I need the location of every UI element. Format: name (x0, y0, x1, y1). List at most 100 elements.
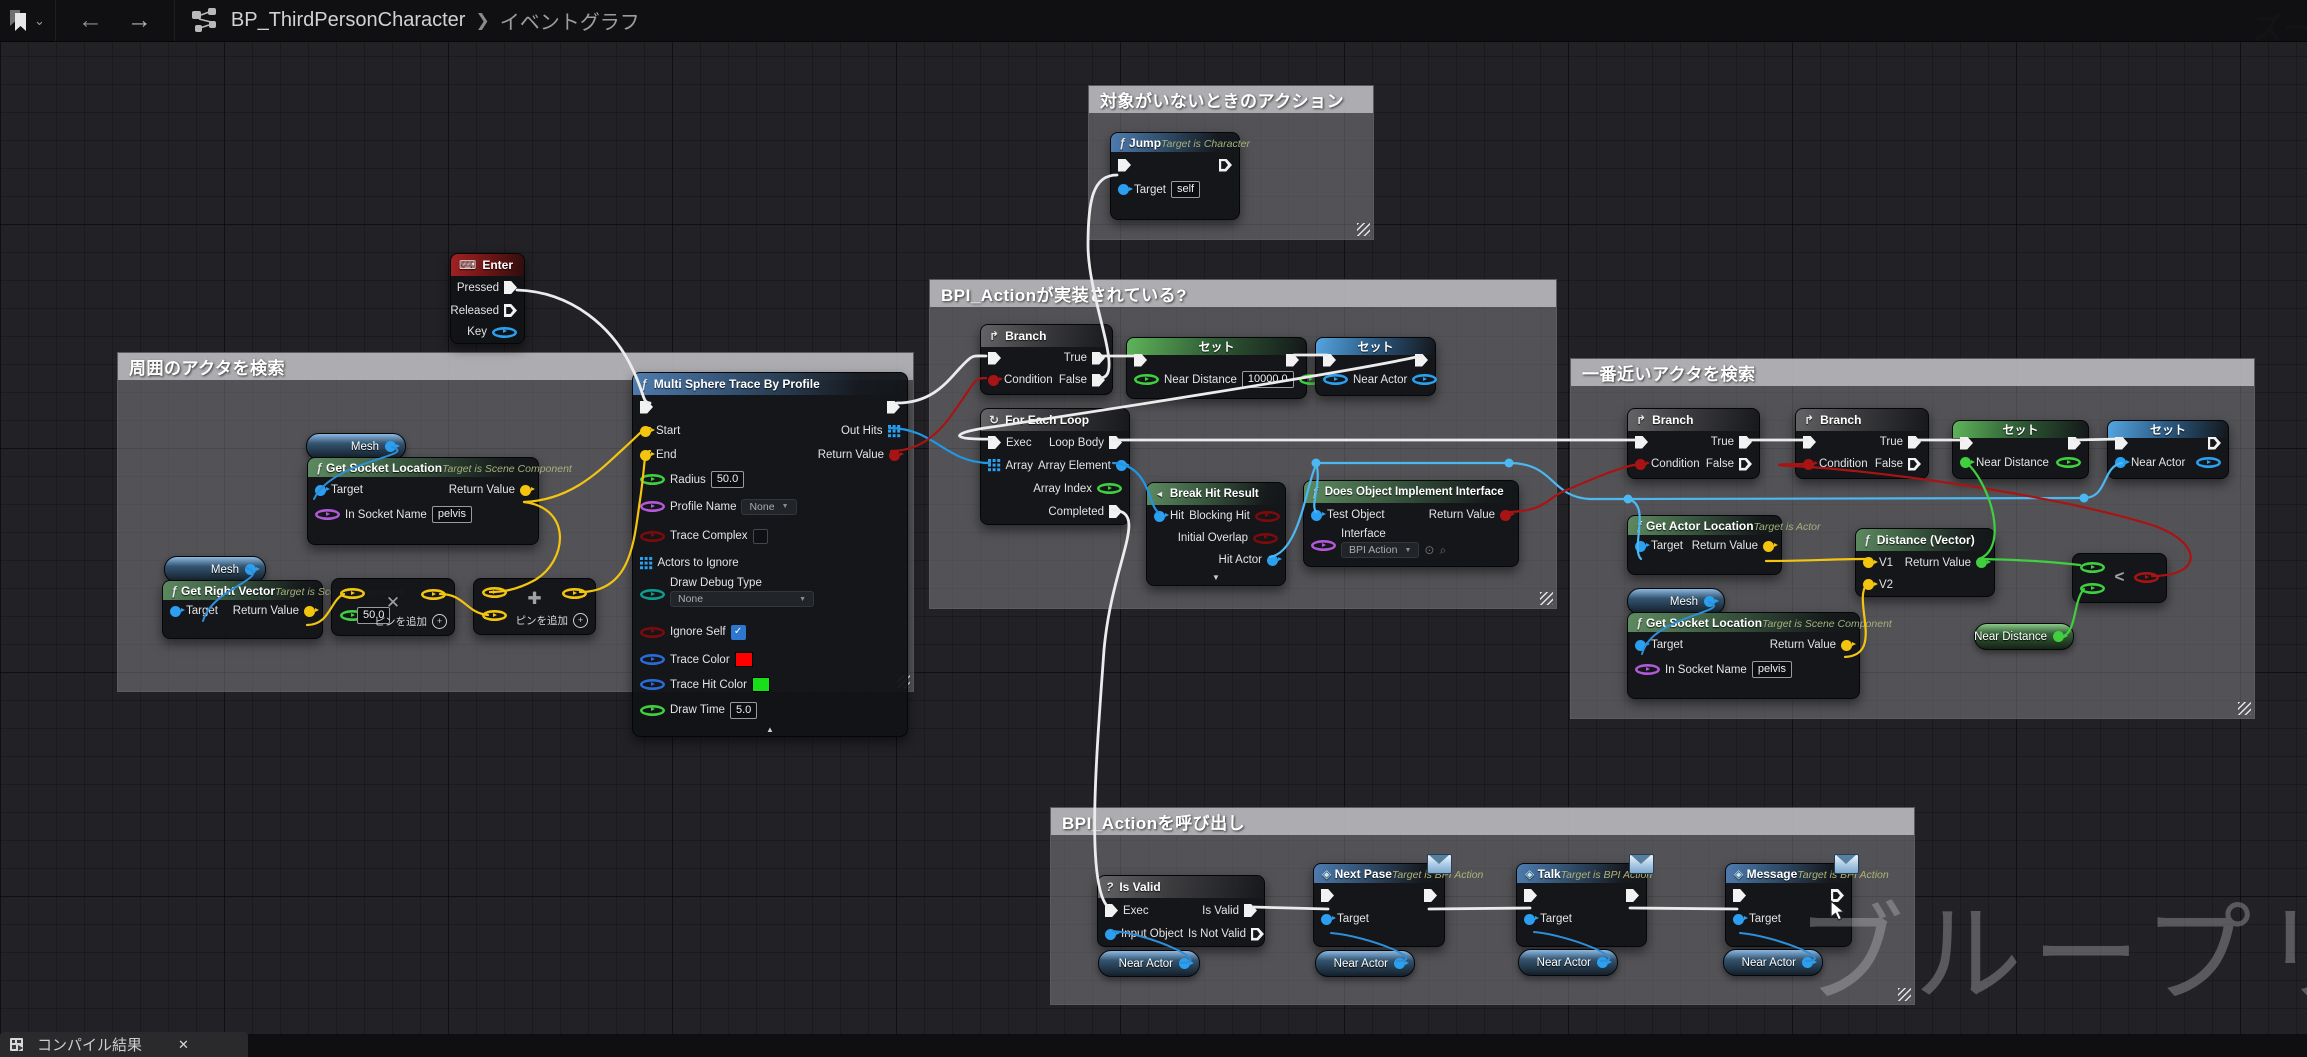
exec-in-pin[interactable] (1960, 436, 1973, 450)
node-next-pase[interactable]: ◈ Next PaseTarget is BPI Action Target (1313, 854, 1483, 947)
near-distance-pin[interactable] (1960, 457, 1975, 468)
variable-near-actor[interactable]: Near Actor (1518, 949, 1618, 976)
node-set-near-actor[interactable]: セット Near Actor (1315, 337, 1436, 396)
return-value-pin[interactable] (1976, 557, 1991, 568)
interface-dropdown[interactable]: BPI Action ▼ (1341, 542, 1420, 558)
near-distance-field[interactable]: 10000.0 (1241, 371, 1294, 388)
out-pin[interactable] (2056, 457, 2081, 468)
target-pin[interactable] (170, 605, 185, 617)
exec-out-pin[interactable] (1424, 889, 1437, 902)
exec-in-pin[interactable] (1134, 353, 1147, 367)
exec-out-pin[interactable] (504, 281, 517, 294)
out-pin[interactable] (1412, 374, 1437, 385)
array-element-pin[interactable] (1115, 460, 1131, 471)
forward-button[interactable]: → (127, 0, 152, 41)
hit-pin[interactable] (1154, 510, 1169, 522)
exec-out-pin[interactable] (504, 304, 517, 317)
v2-pin[interactable] (1863, 579, 1878, 590)
key-pin[interactable] (492, 327, 517, 338)
expand-button[interactable]: ▼ (1147, 571, 1285, 587)
near-actor-pin[interactable] (1323, 374, 1348, 385)
exec-out-pin[interactable] (2068, 436, 2081, 450)
target-pin[interactable] (315, 484, 330, 496)
node-is-valid[interactable]: ? Is Valid Exec Is Valid Input Object Is No… (1097, 875, 1265, 947)
out-pin[interactable] (2196, 457, 2221, 468)
target-pin[interactable] (1524, 913, 1539, 925)
variable-mesh[interactable]: Mesh (1627, 588, 1725, 615)
is-valid-pin[interactable] (1244, 904, 1257, 917)
add-pin-button[interactable]: ピンを追加 + (375, 614, 447, 629)
near-distance-pin[interactable] (1134, 374, 1159, 385)
v1-pin[interactable] (1863, 557, 1878, 568)
trace-hit-color-swatch[interactable] (751, 677, 770, 692)
end-pin[interactable] (640, 449, 655, 461)
exec-in-pin[interactable] (1524, 889, 1537, 902)
true-pin[interactable] (1092, 351, 1105, 365)
ignore-self-checkbox[interactable]: ✓ (730, 624, 746, 640)
add-in2-pin[interactable] (482, 610, 507, 621)
near-actor-out-pin[interactable] (1179, 958, 1194, 969)
mesh-out-pin[interactable] (1704, 596, 1719, 607)
breadcrumb-graph-name[interactable]: イベントグラフ (500, 6, 640, 35)
exec-out-pin[interactable] (1626, 889, 1639, 902)
false-pin[interactable] (1739, 457, 1752, 471)
node-multi-sphere-trace[interactable]: ƒ Multi Sphere Trace By Profile Start Out … (632, 372, 908, 737)
bookmark-caret-icon[interactable]: ⌄ (34, 13, 45, 29)
variable-mesh[interactable]: Mesh (164, 556, 266, 583)
variable-near-actor[interactable]: Near Actor (1098, 950, 1200, 977)
true-pin[interactable] (1739, 435, 1752, 449)
array-pin[interactable] (988, 459, 1001, 472)
node-add[interactable]: ✚ ピンを追加 + (473, 578, 596, 635)
near-actor-out-pin[interactable] (1394, 958, 1409, 969)
target-pin[interactable] (1321, 913, 1336, 925)
exec-in-pin[interactable] (640, 400, 653, 414)
breadcrumb-blueprint-name[interactable]: BP_ThirdPersonCharacter (231, 9, 466, 32)
node-jump[interactable]: ƒ JumpTarget is Character Target self (1110, 132, 1250, 220)
add-pin-button[interactable]: ピンを追加 + (516, 613, 588, 628)
node-talk[interactable]: ◈ TalkTarget is BPI Action Target (1516, 854, 1654, 947)
exec-out-pin[interactable] (1286, 353, 1299, 367)
draw-debug-dropdown[interactable]: None ▼ (670, 591, 814, 607)
trace-complex-pin[interactable] (640, 531, 665, 542)
close-tab-icon[interactable]: ✕ (178, 1037, 189, 1053)
node-for-each-loop[interactable]: ↻ For Each Loop Exec Loop Body Array Array … (980, 408, 1131, 525)
mesh-out-pin[interactable] (245, 564, 260, 575)
node-set-near-actor-2[interactable]: セット Near Actor (2107, 420, 2229, 479)
exec-out-pin[interactable] (1219, 158, 1232, 172)
draw-debug-pin[interactable] (640, 589, 665, 600)
variable-mesh[interactable]: Mesh (306, 433, 406, 460)
node-branch-3[interactable]: ↱ Branch True Condition False (1627, 408, 1760, 479)
node-get-actor-location[interactable]: ƒ Get Actor LocationTarget is Actor Targ… (1627, 515, 1821, 575)
trace-color-pin[interactable] (640, 654, 665, 665)
draw-time-pin[interactable] (640, 705, 665, 716)
out-hits-array-pin[interactable] (887, 424, 901, 438)
browse-icon[interactable]: ⊙ (1424, 543, 1434, 557)
return-value-pin[interactable] (1841, 639, 1856, 651)
blocking-hit-pin[interactable] (1255, 511, 1280, 522)
target-pin[interactable] (1733, 913, 1748, 925)
near-actor-out-pin[interactable] (1802, 957, 1817, 968)
node-multiply[interactable]: ✕ 50.0 ピンを追加 + (331, 578, 455, 636)
node-set-near-distance-2[interactable]: セット Near Distance (1952, 420, 2089, 479)
socket-name-field[interactable]: pelvis (431, 506, 472, 523)
node-branch-4[interactable]: ↱ Branch True Condition False (1795, 408, 1929, 479)
ignore-self-pin[interactable] (640, 627, 665, 638)
target-pin[interactable] (1635, 639, 1650, 651)
variable-near-actor[interactable]: Near Actor (1315, 950, 1415, 977)
bookmark-icon[interactable] (8, 9, 30, 33)
comment-title[interactable]: BPI_Actionが実装されている? (930, 280, 1556, 307)
collapse-button[interactable]: ▲ (633, 723, 907, 739)
socket-name-pin[interactable] (315, 509, 340, 520)
target-value-field[interactable]: self (1170, 181, 1201, 198)
completed-pin[interactable] (1109, 505, 1122, 518)
near-actor-out-pin[interactable] (1597, 957, 1612, 968)
profile-name-pin[interactable] (640, 501, 665, 512)
return-value-pin[interactable] (520, 484, 535, 496)
trace-color-swatch[interactable] (734, 652, 753, 667)
comment-title[interactable]: 対象がいないときのアクション (1089, 86, 1373, 113)
socket-name-pin[interactable] (1635, 664, 1660, 675)
is-not-valid-pin[interactable] (1250, 927, 1264, 941)
comment-title[interactable]: 一番近いアクタを検索 (1571, 359, 2254, 386)
exec-in-pin[interactable] (1733, 889, 1746, 902)
true-pin[interactable] (1908, 435, 1921, 449)
